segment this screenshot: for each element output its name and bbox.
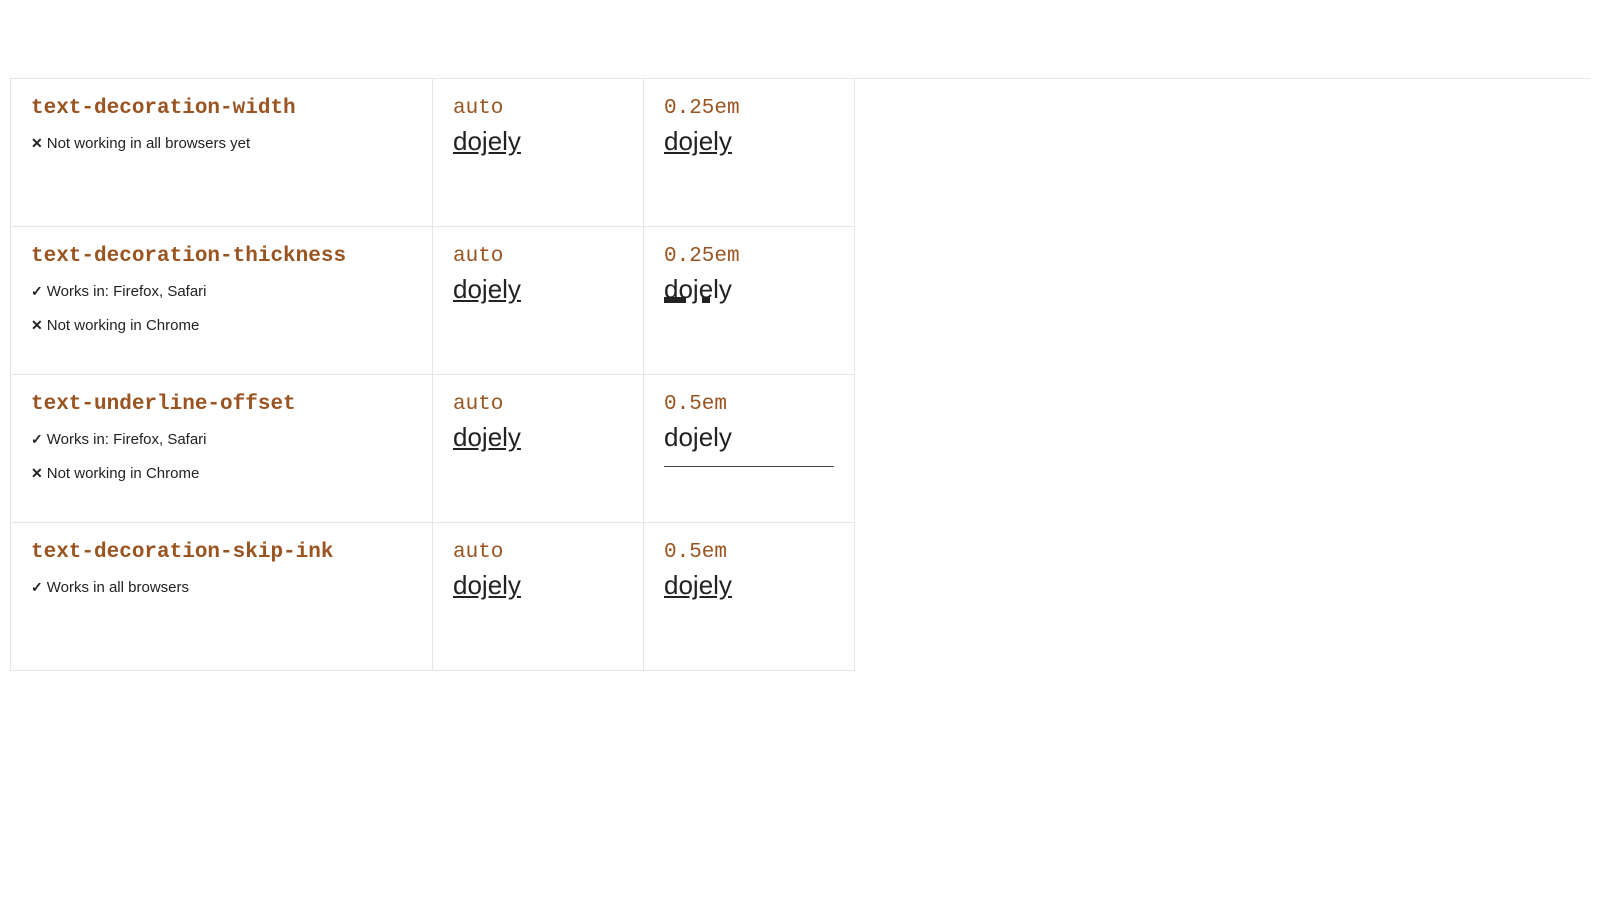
sample-text: dojely <box>453 126 623 157</box>
support-note: ✓Works in: Firefox, Safari <box>31 430 412 450</box>
value-label: 0.25em <box>664 97 834 120</box>
sample-text: dojely <box>664 126 834 157</box>
value-label: auto <box>453 245 623 268</box>
support-note-text: Not working in Chrome <box>47 465 200 482</box>
cross-icon: ✕ <box>31 316 43 335</box>
support-note-text: Works in: Firefox, Safari <box>47 283 207 300</box>
property-cell: text-underline-offset ✓Works in: Firefox,… <box>11 375 433 523</box>
sample-cell-b: 0.25em dojely <box>644 79 855 227</box>
support-note: ✕Not working in Chrome <box>31 316 412 336</box>
value-label: 0.5em <box>664 541 834 564</box>
property-cell: text-decoration-width ✕Not working in all… <box>11 79 433 227</box>
cross-icon: ✕ <box>31 134 43 153</box>
support-note: ✓Works in: Firefox, Safari <box>31 282 412 302</box>
property-name: text-decoration-thickness <box>31 245 412 268</box>
support-note-text: Not working in all browsers yet <box>47 135 250 152</box>
support-note-text: Works in: Firefox, Safari <box>47 431 207 448</box>
property-name: text-decoration-width <box>31 97 412 120</box>
support-note: ✕Not working in Chrome <box>31 464 412 484</box>
sample-text: dojely <box>453 570 623 601</box>
sample-text: dojely <box>453 422 623 453</box>
sample-cell-a: auto dojely <box>433 375 644 523</box>
sample-text: dojely <box>664 422 834 467</box>
sample-cell-b: 0.5em dojely <box>644 523 855 671</box>
value-label: auto <box>453 541 623 564</box>
sample-cell-b: 0.5em dojely <box>644 375 855 523</box>
property-name: text-decoration-skip-ink <box>31 541 412 564</box>
support-note: ✕Not working in all browsers yet <box>31 134 412 154</box>
sample-cell-b: 0.25em dojely <box>644 227 855 375</box>
check-icon: ✓ <box>31 578 43 597</box>
check-icon: ✓ <box>31 282 43 301</box>
support-note: ✓Works in all browsers <box>31 578 412 598</box>
sample-cell-a: auto dojely <box>433 227 644 375</box>
properties-table: text-decoration-width✕Not working in all… <box>10 78 1590 671</box>
sample-text: dojely <box>664 570 834 601</box>
check-icon: ✓ <box>31 430 43 449</box>
sample-cell-a: auto dojely <box>433 523 644 671</box>
property-name: text-underline-offset <box>31 393 412 416</box>
value-label: auto <box>453 97 623 120</box>
support-note-text: Not working in Chrome <box>47 317 200 334</box>
sample-text: dojely <box>664 274 834 305</box>
value-label: 0.5em <box>664 393 834 416</box>
sample-cell-a: auto dojely <box>433 79 644 227</box>
sample-text: dojely <box>453 274 623 305</box>
property-cell: text-decoration-skip-ink ✓Works in all br… <box>11 523 433 671</box>
cross-icon: ✕ <box>31 464 43 483</box>
support-note-text: Works in all browsers <box>47 579 189 596</box>
value-label: auto <box>453 393 623 416</box>
value-label: 0.25em <box>664 245 834 268</box>
property-cell: text-decoration-thickness ✓Works in: Fire… <box>11 227 433 375</box>
